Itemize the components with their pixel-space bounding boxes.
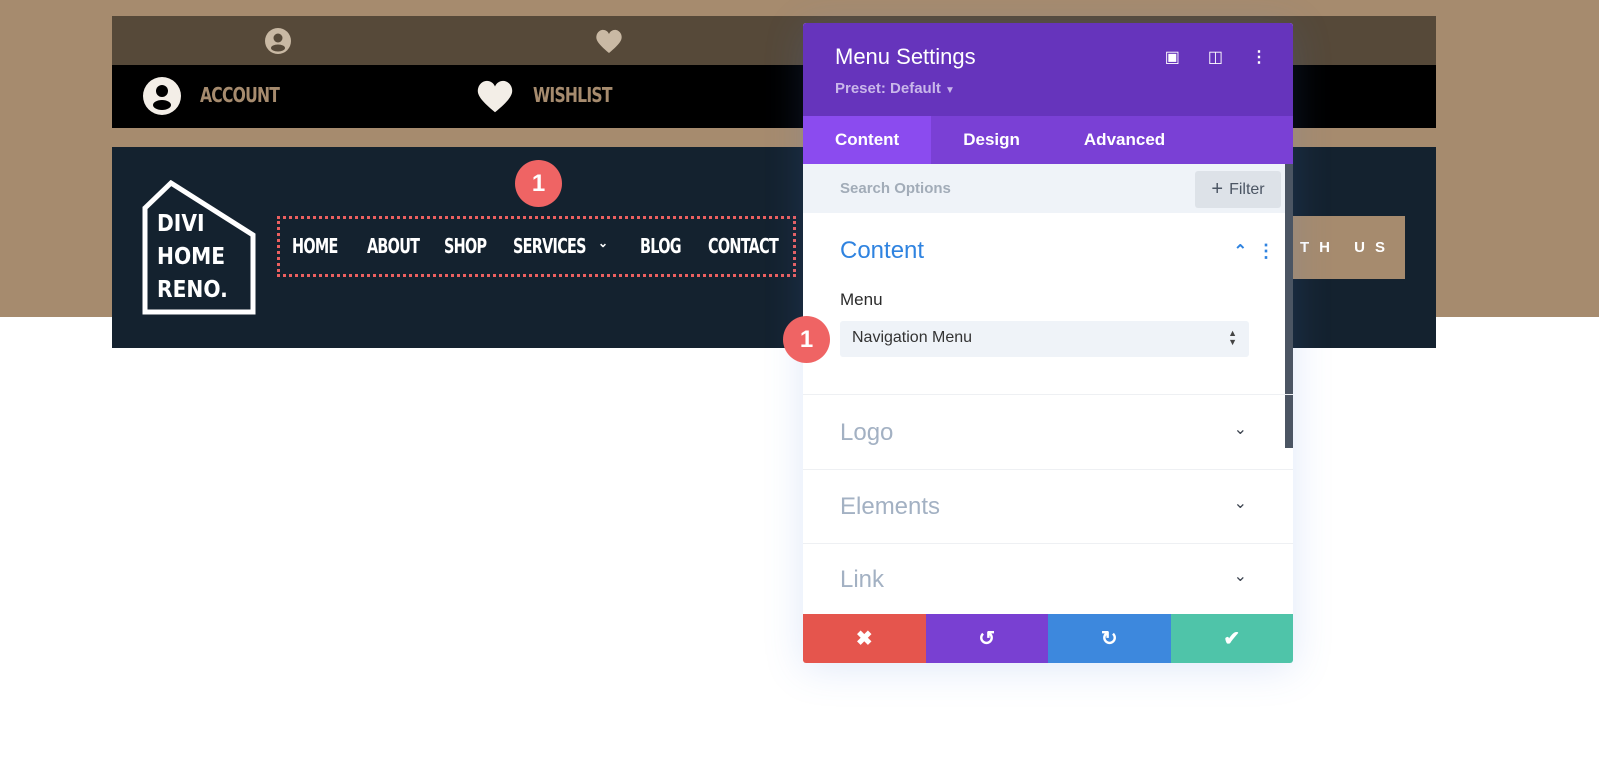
wishlist-link[interactable]: WISHLIST — [533, 83, 612, 107]
panel-tabs: Content Design Advanced — [803, 116, 1293, 164]
section-title-link: Link — [840, 566, 885, 593]
section-logo[interactable]: Logo ⌄ — [803, 395, 1293, 470]
tab-content[interactable]: Content — [803, 116, 932, 164]
chevron-down-icon[interactable]: ⌄ — [598, 236, 608, 250]
search-bar: Search Options + Filter — [803, 164, 1293, 213]
close-icon: ✖ — [855, 628, 873, 650]
nav-blog[interactable]: BLOG — [640, 234, 682, 258]
heart-icon[interactable] — [474, 77, 516, 115]
nav-about[interactable]: ABOUT — [367, 234, 420, 258]
account-link[interactable]: ACCOUNT — [200, 83, 280, 107]
more-options-icon[interactable]: ⋮ — [1251, 47, 1267, 67]
tab-design[interactable]: Design — [931, 116, 1052, 164]
chevron-down-icon: ⌄ — [1233, 495, 1247, 512]
check-icon: ✔ — [1223, 628, 1241, 650]
select-arrows-icon: ▲ ▼ — [1228, 328, 1237, 347]
heart-icon[interactable] — [594, 27, 624, 55]
preset-label: Preset: Default — [835, 80, 941, 97]
section-content: Content ⌃ ⋮ Menu Navigation Menu ▲ ▼ — [803, 213, 1293, 395]
nav-shop[interactable]: SHOP — [444, 234, 487, 258]
nav-contact[interactable]: CONTACT — [708, 234, 779, 258]
redo-button[interactable]: ↻ — [1048, 614, 1171, 663]
logo-text[interactable]: DIVI HOME RENO. — [157, 208, 228, 307]
account-icon[interactable] — [264, 27, 292, 55]
cancel-button[interactable]: ✖ — [803, 614, 926, 663]
filter-label: Filter — [1229, 180, 1265, 198]
plus-icon: + — [1211, 178, 1224, 200]
panel-title: Menu Settings — [835, 44, 976, 69]
filter-button[interactable]: + Filter — [1195, 171, 1281, 208]
panel-footer: ✖ ↺ ↻ ✔ — [803, 614, 1293, 663]
account-icon[interactable] — [142, 76, 182, 116]
section-title-content[interactable]: Content — [840, 237, 924, 265]
nav-services[interactable]: SERVICES — [513, 234, 587, 258]
chevron-up-icon[interactable]: ⌃ — [1234, 241, 1247, 261]
save-button[interactable]: ✔ — [1170, 614, 1293, 663]
section-elements[interactable]: Elements ⌄ — [803, 470, 1293, 544]
preset-dropdown[interactable]: Preset: Default ▼ — [835, 80, 955, 97]
section-title-logo: Logo — [840, 419, 894, 446]
undo-icon: ↺ — [978, 628, 996, 650]
redo-icon: ↻ — [1100, 628, 1118, 650]
menu-settings-panel: Menu Settings Preset: Default ▼ ▣ ◫ ⋮ Co… — [803, 23, 1293, 663]
chevron-down-icon: ⌄ — [1233, 421, 1247, 438]
menu-select[interactable]: Navigation Menu ▲ ▼ — [840, 321, 1249, 357]
menu-label: Menu — [840, 290, 883, 309]
tab-advanced[interactable]: Advanced — [1052, 116, 1197, 164]
section-title-elements: Elements — [840, 493, 941, 520]
search-input[interactable]: Search Options — [840, 180, 951, 197]
step-badge: 1 — [515, 160, 562, 207]
undo-button[interactable]: ↺ — [925, 614, 1048, 663]
caret-down-icon: ▼ — [945, 85, 955, 96]
panel-header: Menu Settings Preset: Default ▼ ▣ ◫ ⋮ — [803, 23, 1293, 116]
section-link[interactable]: Link ⌄ — [803, 544, 1293, 614]
nav-home[interactable]: HOME — [292, 234, 338, 258]
section-more-icon[interactable]: ⋮ — [1257, 241, 1275, 262]
split-view-icon[interactable]: ◫ — [1208, 47, 1223, 67]
menu-select-value: Navigation Menu — [852, 329, 973, 346]
step-badge: 1 — [783, 316, 830, 363]
fullscreen-icon[interactable]: ▣ — [1165, 47, 1180, 67]
chevron-down-icon: ⌄ — [1233, 568, 1247, 585]
